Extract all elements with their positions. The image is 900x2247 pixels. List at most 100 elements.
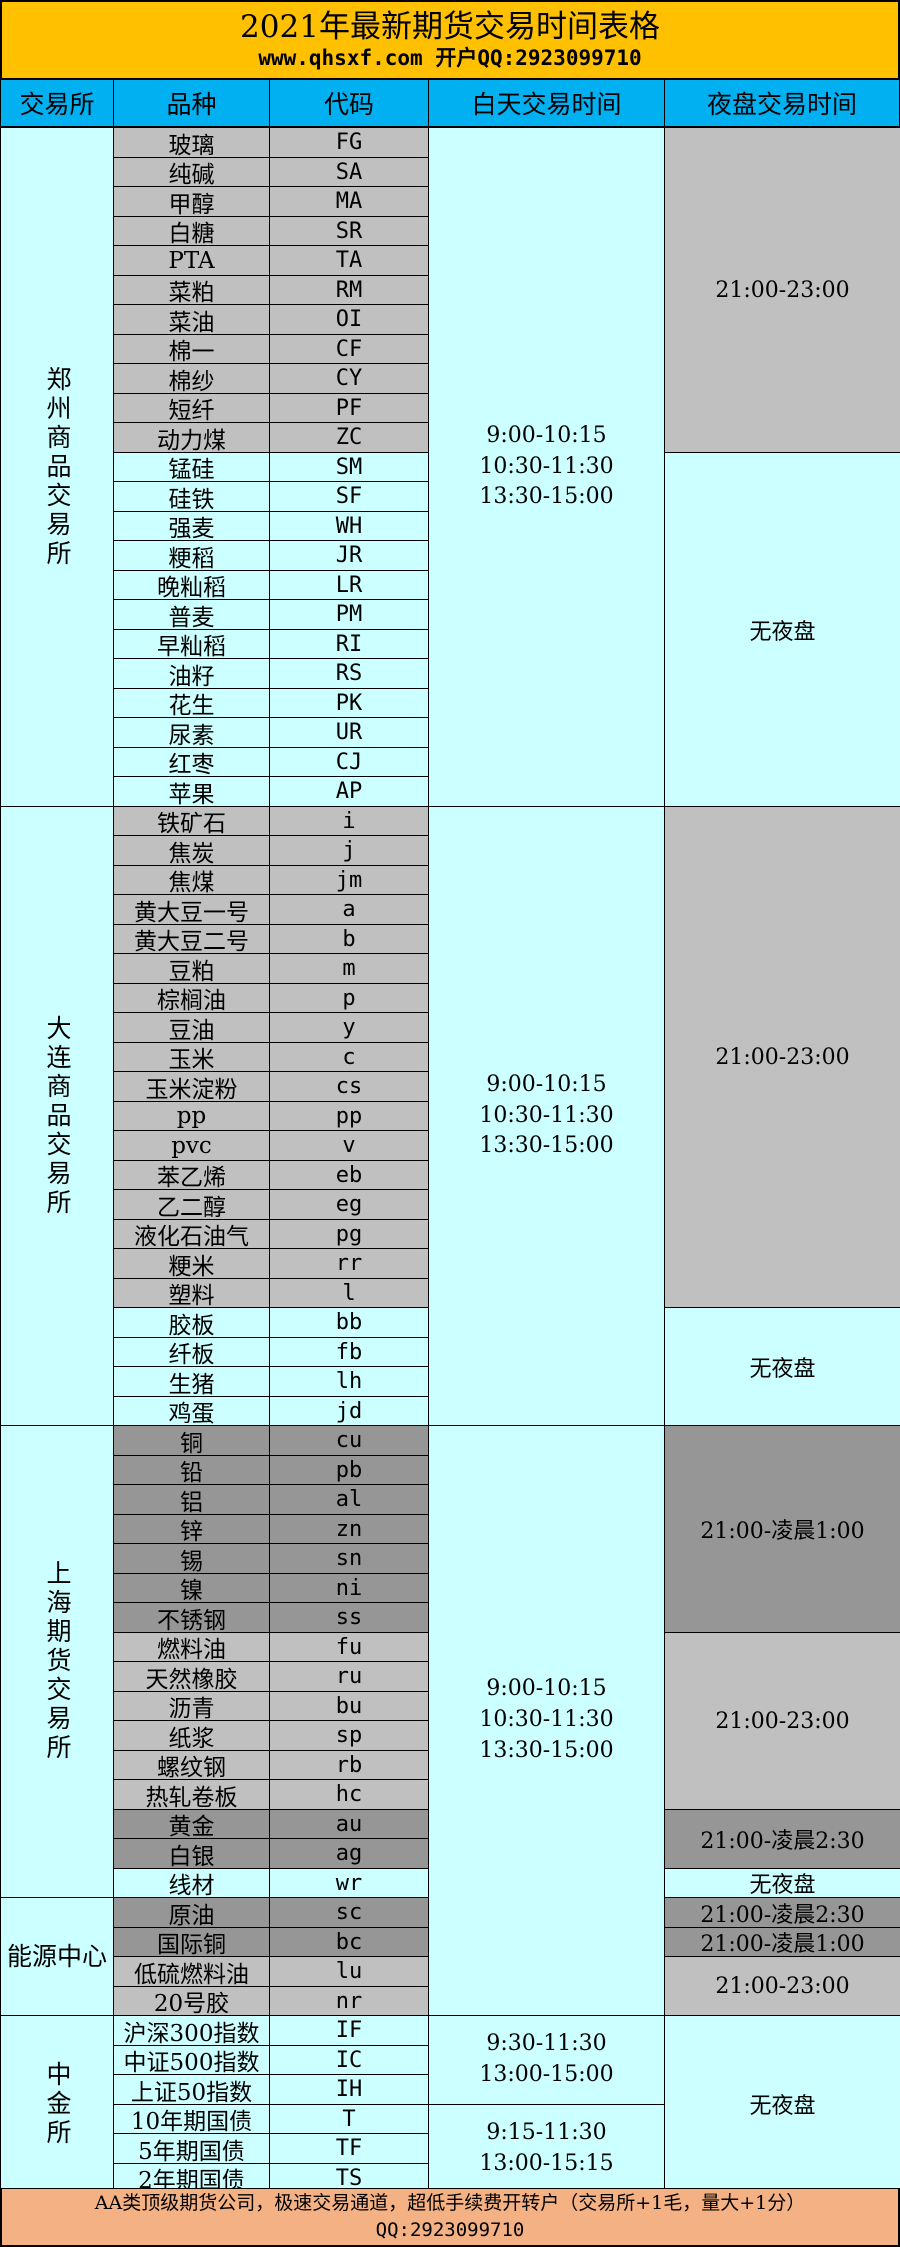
product-name: 胶板 xyxy=(113,1307,270,1338)
product-code: WH xyxy=(269,511,429,541)
header-day-session: 白天交易时间 xyxy=(428,79,665,127)
product-code: l xyxy=(269,1278,429,1308)
product-name: 棉纱 xyxy=(113,363,270,394)
product-name: 10年期国债 xyxy=(113,2104,270,2134)
product-name: 豆油 xyxy=(113,1012,270,1043)
night-session-cell: 21:00-凌晨2:30 xyxy=(664,1809,900,1869)
product-name: 纯碱 xyxy=(113,157,270,187)
product-code: bu xyxy=(269,1691,429,1721)
product-code: fb xyxy=(269,1337,429,1367)
product-name: 燃料油 xyxy=(113,1632,270,1662)
product-name: 铝 xyxy=(113,1484,270,1515)
product-code: MA xyxy=(269,186,429,217)
product-name: 普麦 xyxy=(113,599,270,630)
futures-trading-hours-table: 2021年最新期货交易时间表格 www.qhsxf.com 开户QQ:29230… xyxy=(0,0,900,2247)
product-code: hc xyxy=(269,1779,429,1810)
product-code: jd xyxy=(269,1396,429,1426)
product-code: IC xyxy=(269,2045,429,2075)
product-name: pp xyxy=(113,1101,270,1131)
product-name: 花生 xyxy=(113,688,270,718)
product-name: 5年期国债 xyxy=(113,2133,270,2164)
night-session-cell: 21:00-23:00 xyxy=(664,127,900,453)
product-code: p xyxy=(269,983,429,1013)
product-code: nr xyxy=(269,1986,429,2016)
product-code: TA xyxy=(269,245,429,276)
product-name: 铜 xyxy=(113,1425,270,1456)
product-code: FG xyxy=(269,127,429,158)
product-code: pb xyxy=(269,1455,429,1485)
product-name: 白银 xyxy=(113,1838,270,1869)
product-name: 早籼稻 xyxy=(113,629,270,659)
day-session-cell: 9:15-11:30 13:00-15:15 xyxy=(428,2104,665,2193)
product-name: 玉米淀粉 xyxy=(113,1071,270,1102)
product-code: fu xyxy=(269,1632,429,1662)
product-code: ZC xyxy=(269,422,429,453)
exchange-cell: 中金所 xyxy=(0,2015,114,2193)
product-code: eb xyxy=(269,1160,429,1190)
header-exchange: 交易所 xyxy=(0,79,114,127)
product-code: rb xyxy=(269,1750,429,1780)
product-code: LR xyxy=(269,570,429,600)
product-name: 菜油 xyxy=(113,304,270,335)
product-code: jm xyxy=(269,865,429,895)
footer-contact: QQ:2923099710 xyxy=(375,2219,525,2241)
product-name: 沪深300指数 xyxy=(113,2015,270,2046)
product-code: zn xyxy=(269,1514,429,1544)
product-name: pvc xyxy=(113,1130,270,1161)
product-name: 20号胶 xyxy=(113,1986,270,2016)
product-code: au xyxy=(269,1809,429,1839)
footer-promo-text: AA类顶级期货公司，极速交易通道，超低手续费开转户（交易所+1毛，量大+1分） xyxy=(94,2192,806,2215)
product-name: 铁矿石 xyxy=(113,806,270,836)
product-code: ni xyxy=(269,1573,429,1603)
product-name: 焦煤 xyxy=(113,865,270,895)
product-name: 纤板 xyxy=(113,1337,270,1367)
product-name: 棉一 xyxy=(113,334,270,364)
product-name: 粳米 xyxy=(113,1248,270,1279)
product-code: lu xyxy=(269,1956,429,1987)
night-session-cell: 21:00-凌晨2:30 xyxy=(664,1897,900,1928)
exchange-cell: 大连商品交易所 xyxy=(0,806,114,1426)
footer-banner: AA类顶级期货公司，极速交易通道，超低手续费开转户（交易所+1毛，量大+1分） … xyxy=(0,2188,900,2247)
night-session-cell: 无夜盘 xyxy=(664,452,900,807)
product-name: 热轧卷板 xyxy=(113,1779,270,1810)
product-name: 硅铁 xyxy=(113,481,270,512)
product-code: TF xyxy=(269,2133,429,2164)
product-code: ag xyxy=(269,1838,429,1869)
product-name: 红枣 xyxy=(113,747,270,777)
product-name: 棕榈油 xyxy=(113,983,270,1013)
product-code: SM xyxy=(269,452,429,482)
product-name: 甲醇 xyxy=(113,186,270,217)
product-name: 液化石油气 xyxy=(113,1219,270,1249)
product-name: 锌 xyxy=(113,1514,270,1544)
product-name: 锰硅 xyxy=(113,452,270,482)
product-name: 菜粕 xyxy=(113,275,270,305)
product-code: SR xyxy=(269,216,429,246)
product-name: 豆粕 xyxy=(113,953,270,984)
product-name: 原油 xyxy=(113,1897,270,1928)
product-name: 锡 xyxy=(113,1543,270,1574)
product-code: cu xyxy=(269,1425,429,1456)
product-name: 粳稻 xyxy=(113,540,270,571)
product-code: lh xyxy=(269,1366,429,1397)
product-name: 油籽 xyxy=(113,658,270,689)
product-code: j xyxy=(269,835,429,866)
product-code: RI xyxy=(269,629,429,659)
product-name: 国际铜 xyxy=(113,1927,270,1957)
product-code: OI xyxy=(269,304,429,335)
product-code: pp xyxy=(269,1101,429,1131)
title-banner: 2021年最新期货交易时间表格 www.qhsxf.com 开户QQ:29230… xyxy=(0,0,900,79)
product-code: SA xyxy=(269,157,429,187)
product-name: 尿素 xyxy=(113,717,270,748)
product-name: 强麦 xyxy=(113,511,270,541)
product-code: v xyxy=(269,1130,429,1161)
product-code: AP xyxy=(269,776,429,807)
product-code: RM xyxy=(269,275,429,305)
product-code: a xyxy=(269,894,429,925)
product-code: eg xyxy=(269,1189,429,1220)
product-code: wr xyxy=(269,1868,429,1898)
day-session-cell: 9:00-10:15 10:30-11:30 13:30-15:00 xyxy=(428,127,665,807)
product-code: sc xyxy=(269,1897,429,1928)
product-code: CF xyxy=(269,334,429,364)
product-name: 黄大豆一号 xyxy=(113,894,270,925)
product-name: 黄大豆二号 xyxy=(113,924,270,954)
